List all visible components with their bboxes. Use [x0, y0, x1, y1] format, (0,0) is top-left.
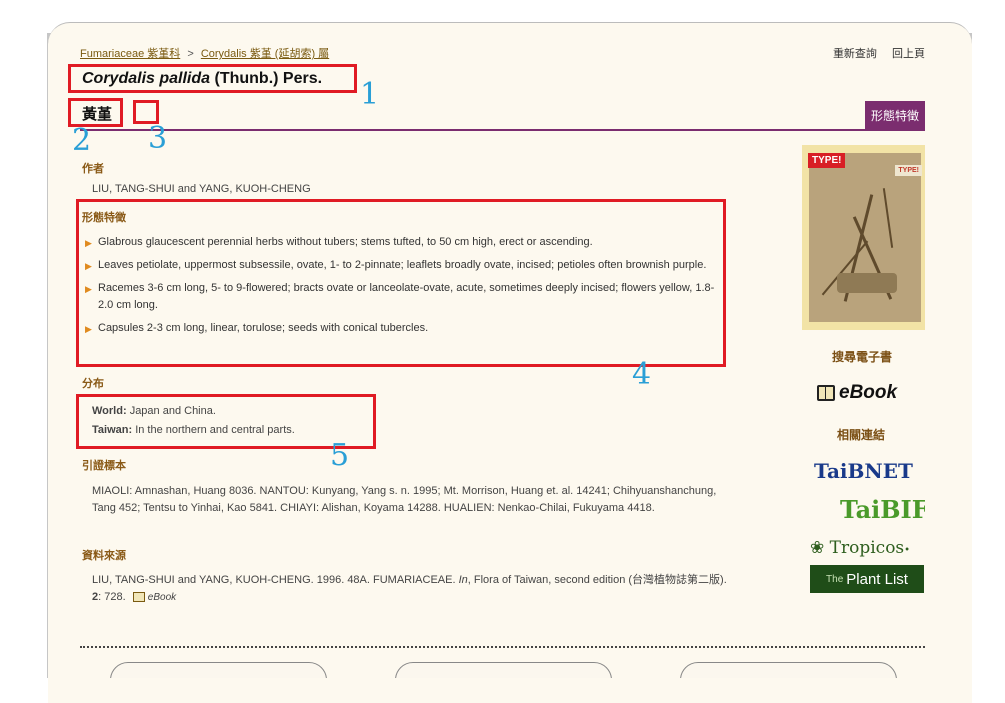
back-link[interactable]: 回上頁: [892, 48, 925, 60]
herbarium-image: [809, 153, 921, 322]
author-heading: 作者: [82, 163, 104, 175]
plant-list-link[interactable]: The Plant List: [810, 565, 924, 593]
annotation-number-1: 1: [360, 77, 380, 112]
book-icon: [817, 384, 835, 401]
breadcrumb-family-link[interactable]: Fumariaceae 紫堇科: [80, 48, 180, 60]
tropicos-logo-icon: ❀: [810, 538, 825, 558]
annotation-box-4: [76, 199, 726, 367]
title-divider: [80, 129, 925, 131]
bottom-pill-3[interactable]: [680, 662, 897, 678]
distribution-heading: 分布: [82, 378, 104, 390]
annotation-box-1: [68, 64, 357, 93]
type-badge: TYPE!: [808, 153, 846, 168]
related-links-heading: 相關連結: [837, 428, 886, 442]
footer-divider: [80, 646, 925, 648]
bottom-pill-1[interactable]: [110, 662, 327, 678]
specimens-heading: 引證標本: [82, 460, 126, 472]
source-ebook-link[interactable]: eBook: [132, 591, 176, 603]
source-text: LIU, TANG-SHUI and YANG, KUOH-CHENG. 199…: [92, 574, 727, 603]
annotation-number-2: 2: [72, 123, 92, 158]
author-text: LIU, TANG-SHUI and YANG, KUOH-CHENG: [92, 183, 311, 195]
breadcrumb-genus-link[interactable]: Corydalis 紫堇 (延胡索) 屬: [201, 48, 329, 60]
tropicos-link[interactable]: ❀ Tropicos•: [810, 538, 910, 558]
taibif-link[interactable]: TaiBIF: [840, 495, 925, 524]
annotation-number-4: 4: [632, 357, 652, 392]
bottom-pill-2[interactable]: [395, 662, 612, 678]
type-badge-small: TYPE!: [895, 165, 922, 176]
taibnet-link[interactable]: TaiBNET: [814, 459, 913, 483]
breadcrumb-separator: >: [187, 48, 194, 60]
ebook-link[interactable]: eBook: [817, 382, 897, 404]
tab-morphology[interactable]: 形態特徵: [865, 101, 925, 129]
book-icon: [132, 592, 145, 603]
search-ebook-heading: 搜尋電子書: [832, 350, 893, 364]
specimens-text: MIAOLI: Amnashan, Huang 8036. NANTOU: Ku…: [92, 485, 717, 514]
type-specimen-thumbnail[interactable]: TYPE! TYPE!: [802, 145, 925, 330]
annotation-number-5: 5: [330, 438, 350, 473]
source-heading: 資料來源: [82, 550, 126, 562]
top-links: 重新查詢 回上頁: [821, 45, 925, 61]
annotation-number-3: 3: [148, 121, 168, 156]
requery-link[interactable]: 重新查詢: [833, 48, 877, 60]
breadcrumb: Fumariaceae 紫堇科 > Corydalis 紫堇 (延胡索) 屬: [80, 45, 329, 61]
